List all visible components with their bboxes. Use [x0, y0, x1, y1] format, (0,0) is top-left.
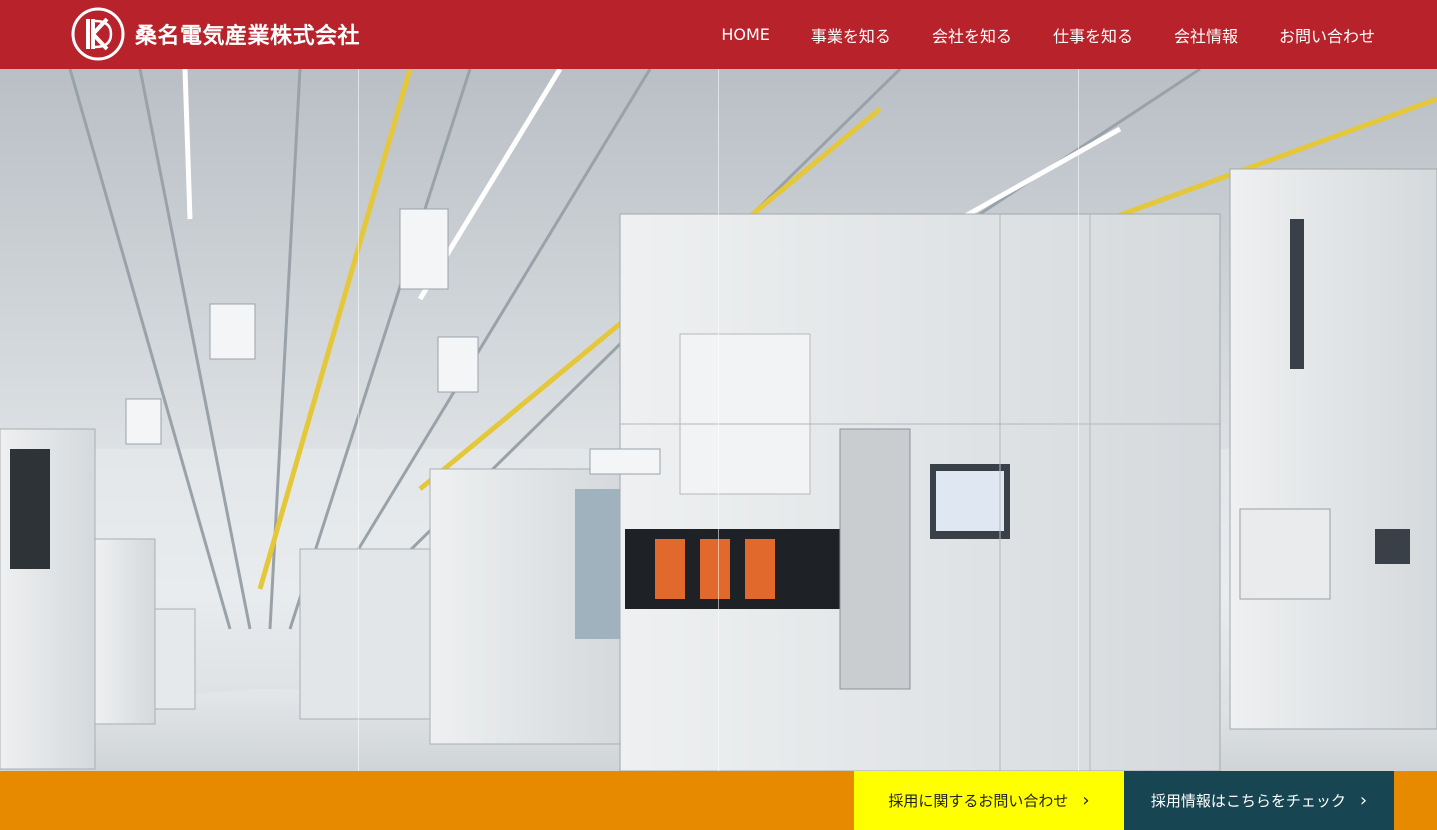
site-header: 桑名電気産業株式会社 HOME 事業を知る 会社を知る 仕事を知る 会社情報 お… — [0, 0, 1437, 69]
company-logo-icon — [71, 7, 125, 61]
logo-link[interactable]: 桑名電気産業株式会社 — [71, 7, 360, 61]
divider-line — [718, 69, 719, 771]
nav-item-company[interactable]: 会社を知る — [932, 23, 1012, 47]
recruit-inquiry-label: 採用に関するお問い合わせ — [888, 792, 1069, 810]
nav-item-home[interactable]: HOME — [721, 25, 770, 44]
nav-item-company-info[interactable]: 会社情報 — [1174, 23, 1238, 47]
chevron-right-icon: › — [1359, 790, 1368, 811]
nav-item-contact[interactable]: お問い合わせ — [1279, 23, 1375, 47]
recruit-info-label: 採用情報はこちらをチェック — [1150, 792, 1346, 810]
hero-image — [0, 69, 1437, 771]
chevron-right-icon: › — [1082, 790, 1090, 811]
main-nav: HOME 事業を知る 会社を知る 仕事を知る 会社情報 お問い合わせ — [680, 0, 1375, 69]
nav-item-business[interactable]: 事業を知る — [811, 23, 891, 47]
recruit-inquiry-button[interactable]: 採用に関するお問い合わせ › — [854, 771, 1124, 830]
cta-bar: 採用に関するお問い合わせ › 採用情報はこちらをチェック › — [0, 771, 1437, 830]
company-name: 桑名電気産業株式会社 — [135, 24, 361, 49]
recruit-info-button[interactable]: 採用情報はこちらをチェック › — [1124, 771, 1394, 830]
nav-item-work[interactable]: 仕事を知る — [1053, 23, 1133, 47]
divider-line — [1078, 69, 1079, 771]
divider-line — [358, 69, 359, 771]
